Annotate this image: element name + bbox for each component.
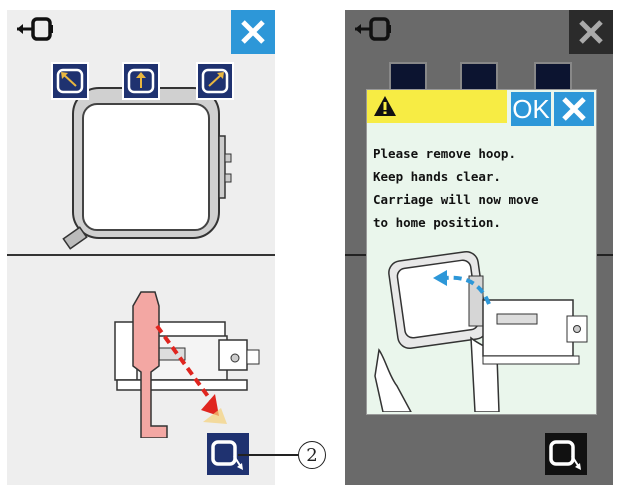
message-line: Carriage will now move bbox=[373, 192, 539, 207]
hoop-move-top-right-icon bbox=[201, 68, 229, 94]
close-icon bbox=[562, 97, 586, 121]
carriage-home-icon bbox=[549, 440, 581, 470]
dialog-message: Please remove hoop. Keep hands clear. Ca… bbox=[373, 142, 593, 234]
hoop-move-up-icon bbox=[127, 68, 155, 94]
callout-line bbox=[238, 454, 298, 456]
remove-hoop-dialog: OK Please remove hoop. Keep hands clear.… bbox=[366, 89, 597, 415]
carriage-home-button bbox=[545, 433, 587, 475]
remove-hoop-screen: OK Please remove hoop. Keep hands clear.… bbox=[345, 10, 613, 485]
ok-button[interactable]: OK bbox=[511, 92, 551, 126]
hoop-move-top-right-button[interactable] bbox=[196, 62, 234, 100]
message-line: Keep hands clear. bbox=[373, 169, 501, 184]
close-icon bbox=[241, 20, 265, 44]
close-button[interactable] bbox=[231, 10, 275, 54]
hoop-move-up-button[interactable] bbox=[122, 62, 160, 100]
hoop-move-top-left-icon bbox=[56, 68, 84, 94]
callout-number: 2 bbox=[298, 441, 326, 469]
warning-icon bbox=[374, 96, 396, 116]
dialog-warning-bar bbox=[367, 90, 507, 123]
close-icon bbox=[579, 20, 603, 44]
dialog-close-button[interactable] bbox=[554, 92, 594, 126]
remove-hoop-illustration bbox=[374, 250, 588, 412]
hoop-screen bbox=[7, 10, 275, 485]
carriage-illustration bbox=[114, 291, 260, 438]
hoop-attach-icon bbox=[355, 17, 391, 41]
hoop-move-top-left-button[interactable] bbox=[51, 62, 89, 100]
divider bbox=[7, 254, 275, 256]
message-line: to home position. bbox=[373, 215, 501, 230]
hoop-attach-icon bbox=[17, 17, 53, 41]
message-line: Please remove hoop. bbox=[373, 146, 516, 161]
hoop-illustration bbox=[62, 87, 232, 250]
close-button bbox=[569, 10, 613, 54]
